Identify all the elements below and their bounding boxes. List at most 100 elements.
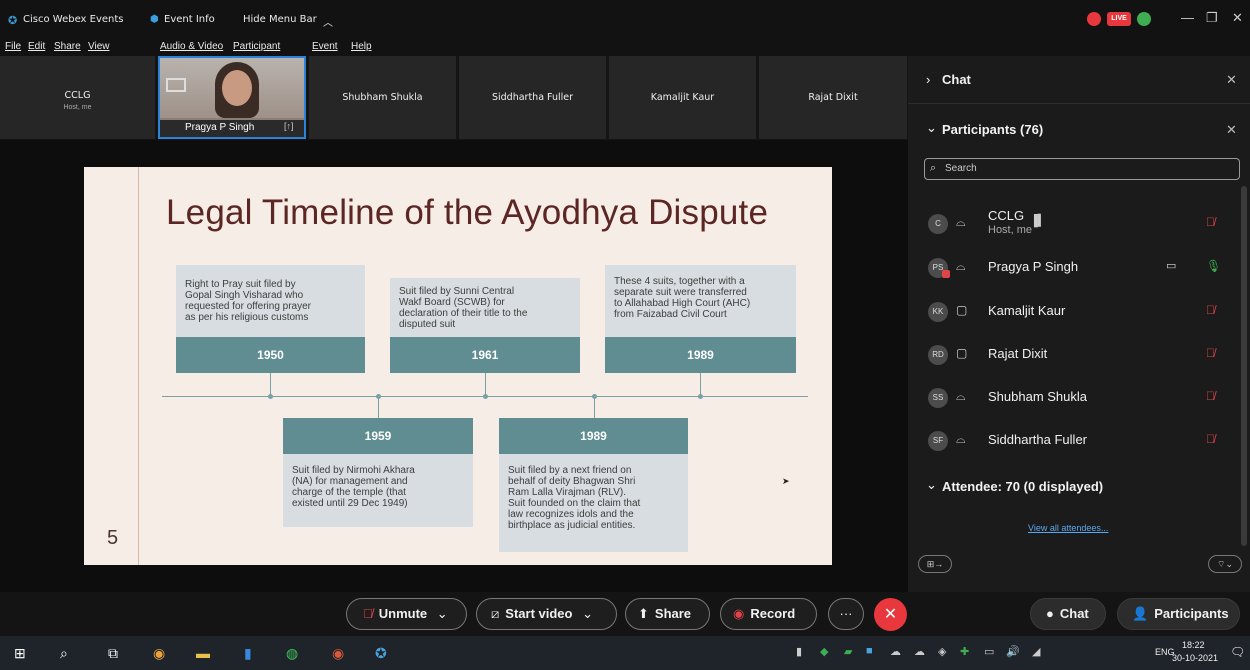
restore-button[interactable]: ❐ bbox=[1206, 10, 1218, 26]
view-all-attendees-link[interactable]: View all attendees... bbox=[1028, 523, 1108, 533]
mic-muted-icon[interactable]: 🎙̸ bbox=[1206, 432, 1215, 446]
panel-options-button[interactable]: ⊞→ bbox=[918, 555, 952, 573]
participants-toggle-button[interactable]: 👤 Participants bbox=[1117, 598, 1240, 630]
notifications-icon[interactable]: 🗨 bbox=[1230, 645, 1245, 659]
battery-icon[interactable]: ▭ bbox=[984, 645, 994, 658]
search-icon: ⌕ bbox=[930, 162, 937, 174]
close-window-button[interactable]: ✕ bbox=[1232, 10, 1243, 26]
menu-participant[interactable]: Participant bbox=[233, 41, 280, 52]
participant-row[interactable]: SF ⌓ Siddhartha Fuller 🎙̸ bbox=[908, 421, 1250, 461]
wifi-icon[interactable]: ◢ bbox=[1032, 645, 1040, 658]
tray-app-icon[interactable]: ◈ bbox=[938, 645, 946, 658]
hide-menu-bar-button[interactable]: Hide Menu Bar bbox=[243, 14, 317, 25]
close-participants-icon[interactable]: ✕ bbox=[1226, 122, 1237, 138]
video-tile-kamaljit[interactable]: Kamaljit Kaur bbox=[609, 56, 756, 139]
video-tile-host[interactable]: CCLG Host, me bbox=[0, 56, 155, 139]
mic-muted-icon[interactable]: 🎙̸ bbox=[1206, 303, 1215, 317]
participant-search-input[interactable]: ⌕ Search bbox=[924, 158, 1240, 180]
participant-row[interactable]: C ⌓ CCLG Host, me ▐▍ 🎙̸ bbox=[908, 204, 1250, 244]
search-icon[interactable]: ⌕ bbox=[60, 645, 68, 662]
video-off-icon: ⧄ bbox=[491, 606, 500, 621]
chrome-profile-icon[interactable]: ◉ bbox=[332, 645, 344, 662]
video-tile-rajat[interactable]: Rajat Dixit bbox=[759, 56, 907, 139]
mic-tray-icon[interactable]: ▮ bbox=[796, 645, 802, 658]
avatar: KK bbox=[928, 302, 948, 322]
record-button[interactable]: ◉ Record bbox=[720, 598, 817, 630]
chevron-down-icon[interactable]: ⌄ bbox=[926, 477, 937, 493]
mic-muted-icon: 🎙̸ bbox=[363, 606, 373, 621]
chevron-down-icon[interactable]: ⌄ bbox=[582, 606, 593, 621]
task-view-icon[interactable]: ⧉ bbox=[108, 645, 118, 662]
mic-active-icon[interactable]: 🎙 bbox=[1206, 259, 1221, 273]
participant-row[interactable]: PS ⌓ Pragya P Singh ▭ 🎙 bbox=[908, 248, 1250, 288]
clock-time[interactable]: 18:22 bbox=[1182, 640, 1205, 650]
connector bbox=[594, 396, 595, 418]
end-meeting-button[interactable]: ✕ bbox=[874, 598, 907, 631]
volume-icon[interactable]: 🔊 bbox=[1006, 645, 1020, 658]
event-box-1989-rlv: Suit filed by a next friend on behalf of… bbox=[499, 454, 688, 552]
menu-share[interactable]: Share bbox=[54, 41, 81, 52]
event-text-line: requested for offering prayer bbox=[185, 301, 312, 312]
share-button[interactable]: ⬆ Share bbox=[625, 598, 710, 630]
slide-title: Legal Timeline of the Ayodhya Dispute bbox=[166, 193, 769, 232]
unmute-button[interactable]: 🎙̸ Unmute ⌄ bbox=[346, 598, 467, 630]
event-info-menu[interactable]: Event Info bbox=[164, 14, 215, 25]
share-label: Share bbox=[654, 606, 692, 621]
participant-row[interactable]: RD ▢ Rajat Dixit 🎙̸ bbox=[908, 335, 1250, 375]
chevron-down-icon[interactable]: ⌄ bbox=[926, 120, 937, 136]
onedrive-icon[interactable]: ☁ bbox=[914, 645, 925, 658]
whatsapp-icon[interactable]: ◍ bbox=[286, 645, 298, 662]
chevron-up-icon[interactable]: ︿ bbox=[323, 14, 333, 29]
chevron-down-icon[interactable]: ⌄ bbox=[437, 606, 448, 621]
windows-start-icon[interactable]: ⊞ bbox=[14, 645, 26, 662]
participant-name: Pragya P Singh bbox=[988, 259, 1079, 274]
chat-toggle-button[interactable]: ● Chat bbox=[1030, 598, 1106, 630]
tray-app-icon[interactable]: ◆ bbox=[820, 645, 828, 658]
video-tile-shubham[interactable]: Shubham Shukla bbox=[309, 56, 456, 139]
file-explorer-icon[interactable]: ▬ bbox=[196, 645, 210, 661]
minimize-button[interactable]: — bbox=[1181, 10, 1194, 25]
menu-edit[interactable]: Edit bbox=[28, 41, 45, 52]
shared-slide: Legal Timeline of the Ayodhya Dispute 5 … bbox=[84, 167, 832, 565]
mic-muted-icon[interactable]: 🎙̸ bbox=[1206, 215, 1215, 229]
timeline-dot bbox=[592, 394, 597, 399]
live-badge: LIVE bbox=[1107, 12, 1131, 26]
slide-divider bbox=[138, 167, 139, 565]
mic-muted-icon[interactable]: 🎙̸ bbox=[1206, 346, 1215, 360]
close-chat-icon[interactable]: ✕ bbox=[1226, 72, 1237, 88]
event-text-line: birthplace as judicial entities. bbox=[508, 520, 636, 531]
event-box-1989-transfer: These 4 suits, together with a separate … bbox=[605, 265, 796, 337]
participant-name: Shubham Shukla bbox=[988, 389, 1088, 404]
chevron-right-icon[interactable]: › bbox=[926, 72, 930, 87]
menu-help[interactable]: Help bbox=[351, 41, 372, 52]
menu-file[interactable]: File bbox=[5, 41, 21, 52]
panel-scrollbar[interactable] bbox=[1241, 186, 1247, 546]
tray-app-icon[interactable]: ▰ bbox=[844, 645, 852, 658]
video-tile-siddhartha[interactable]: Siddhartha Fuller bbox=[459, 56, 606, 139]
start-video-button[interactable]: ⧄ Start video ⌄ bbox=[476, 598, 617, 630]
event-text-line: existed until 29 Dec 1949) bbox=[292, 498, 408, 509]
expand-video-icon[interactable]: [↑] bbox=[284, 121, 294, 131]
tile-name: Rajat Dixit bbox=[808, 92, 858, 103]
menu-event[interactable]: Event bbox=[312, 41, 338, 52]
webex-logo-icon: ✪ bbox=[8, 14, 18, 27]
panel-layout-button[interactable]: ⌔⌄ bbox=[1208, 555, 1242, 573]
video-tile-active-speaker[interactable]: Pragya P Singh [↑] bbox=[158, 56, 306, 139]
tray-app-icon[interactable]: ☁ bbox=[890, 645, 901, 658]
word-icon[interactable]: ▮ bbox=[244, 645, 252, 662]
participant-row[interactable]: KK ▢ Kamaljit Kaur 🎙̸ bbox=[908, 292, 1250, 332]
participant-row[interactable]: SS ⌓ Shubham Shukla 🎙̸ bbox=[908, 378, 1250, 418]
mic-muted-icon[interactable]: 🎙̸ bbox=[1206, 389, 1215, 403]
menu-view[interactable]: View bbox=[88, 41, 110, 52]
clock-date[interactable]: 30-10-2021 bbox=[1172, 653, 1218, 663]
participants-header-title: Participants (76) bbox=[942, 122, 1044, 137]
tray-app-icon[interactable]: ■ bbox=[866, 645, 873, 657]
more-options-button[interactable]: ··· bbox=[828, 598, 864, 630]
title-bar: ✪ Cisco Webex Events ⬢ Event Info Hide M… bbox=[0, 0, 1250, 38]
avatar: RD bbox=[928, 345, 948, 365]
menu-audio-video[interactable]: Audio & Video bbox=[160, 41, 223, 52]
chrome-icon[interactable]: ◉ bbox=[153, 645, 165, 662]
tray-app-icon[interactable]: ✚ bbox=[960, 645, 969, 658]
video-on-icon[interactable]: ▭ bbox=[1166, 259, 1176, 272]
webex-taskbar-icon[interactable]: ✪ bbox=[375, 645, 387, 662]
